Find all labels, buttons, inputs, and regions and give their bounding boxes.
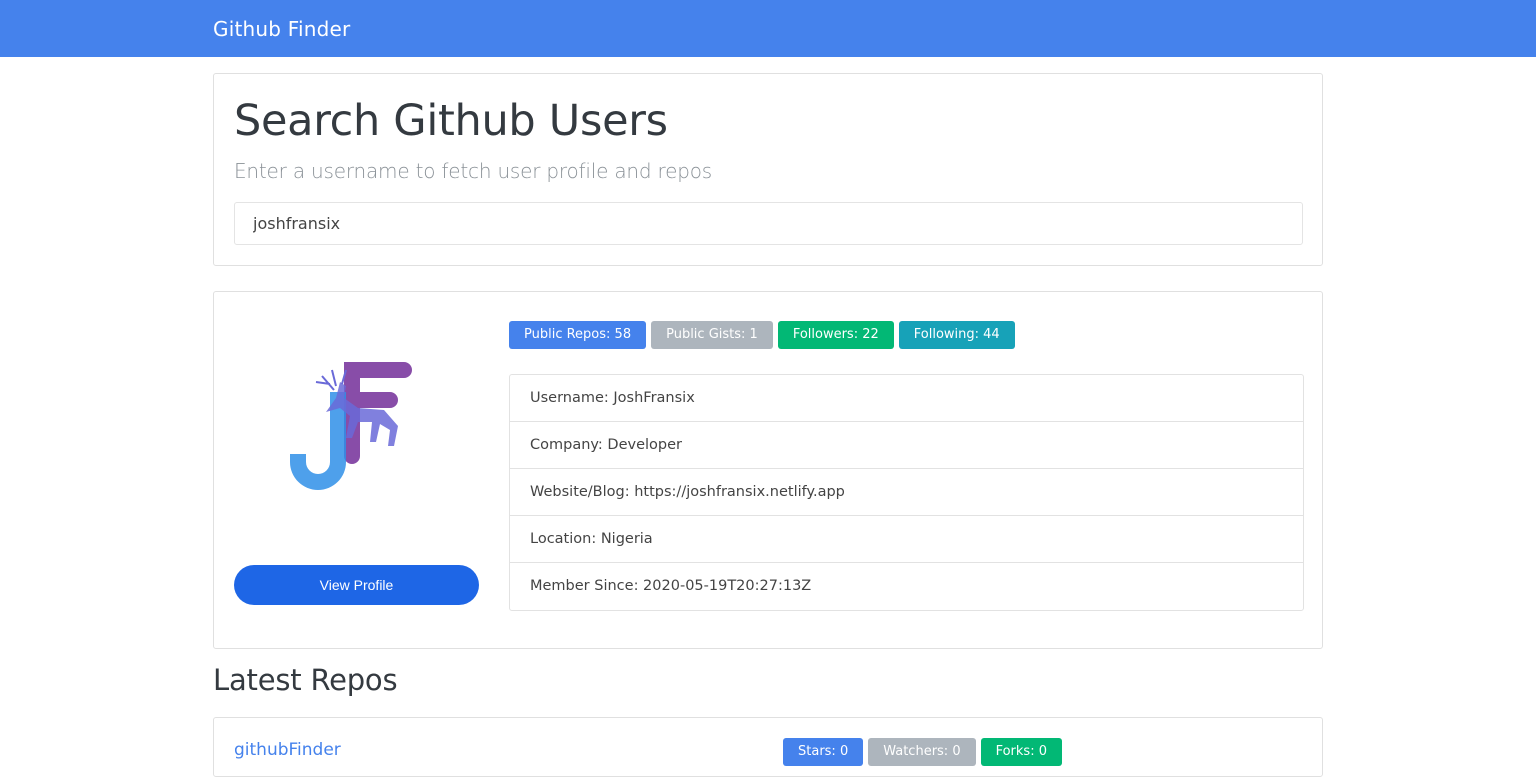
repo-link[interactable]: githubFinder [234,740,341,760]
view-profile-button[interactable]: View Profile [234,565,479,605]
search-card: Search Github Users Enter a username to … [213,73,1323,266]
watchers-badge: Watchers: 0 [868,738,976,766]
avatar [290,362,412,490]
navbar: Github Finder [0,0,1536,57]
forks-badge: Forks: 0 [980,738,1062,766]
repo-card: githubFinder Stars: 0 Watchers: 0 Forks:… [213,717,1323,777]
username-item: Username: JoshFransix [510,375,1303,422]
website-item: Website/Blog: https://joshfransix.netlif… [510,469,1303,516]
profile-card: View Profile Public Repos: 58 Public Gis… [213,291,1323,649]
location-item: Location: Nigeria [510,516,1303,563]
public-gists-badge: Public Gists: 1 [651,321,773,349]
stars-badge: Stars: 0 [783,738,864,766]
brand-title[interactable]: Github Finder [213,17,350,41]
profile-details-list: Username: JoshFransix Company: Developer… [509,374,1304,611]
company-item: Company: Developer [510,422,1303,469]
profile-badges: Public Repos: 58 Public Gists: 1 Followe… [509,321,1015,349]
public-repos-badge: Public Repos: 58 [509,321,647,349]
search-input[interactable] [234,202,1303,245]
repo-badges: Stars: 0 Watchers: 0 Forks: 0 [783,738,1062,766]
search-subtitle: Enter a username to fetch user profile a… [234,159,712,183]
followers-badge: Followers: 22 [777,321,894,349]
page-title: Search Github Users [234,96,668,146]
following-badge: Following: 44 [898,321,1015,349]
member-since-item: Member Since: 2020-05-19T20:27:13Z [530,578,812,594]
latest-repos-heading: Latest Repos [213,663,398,697]
